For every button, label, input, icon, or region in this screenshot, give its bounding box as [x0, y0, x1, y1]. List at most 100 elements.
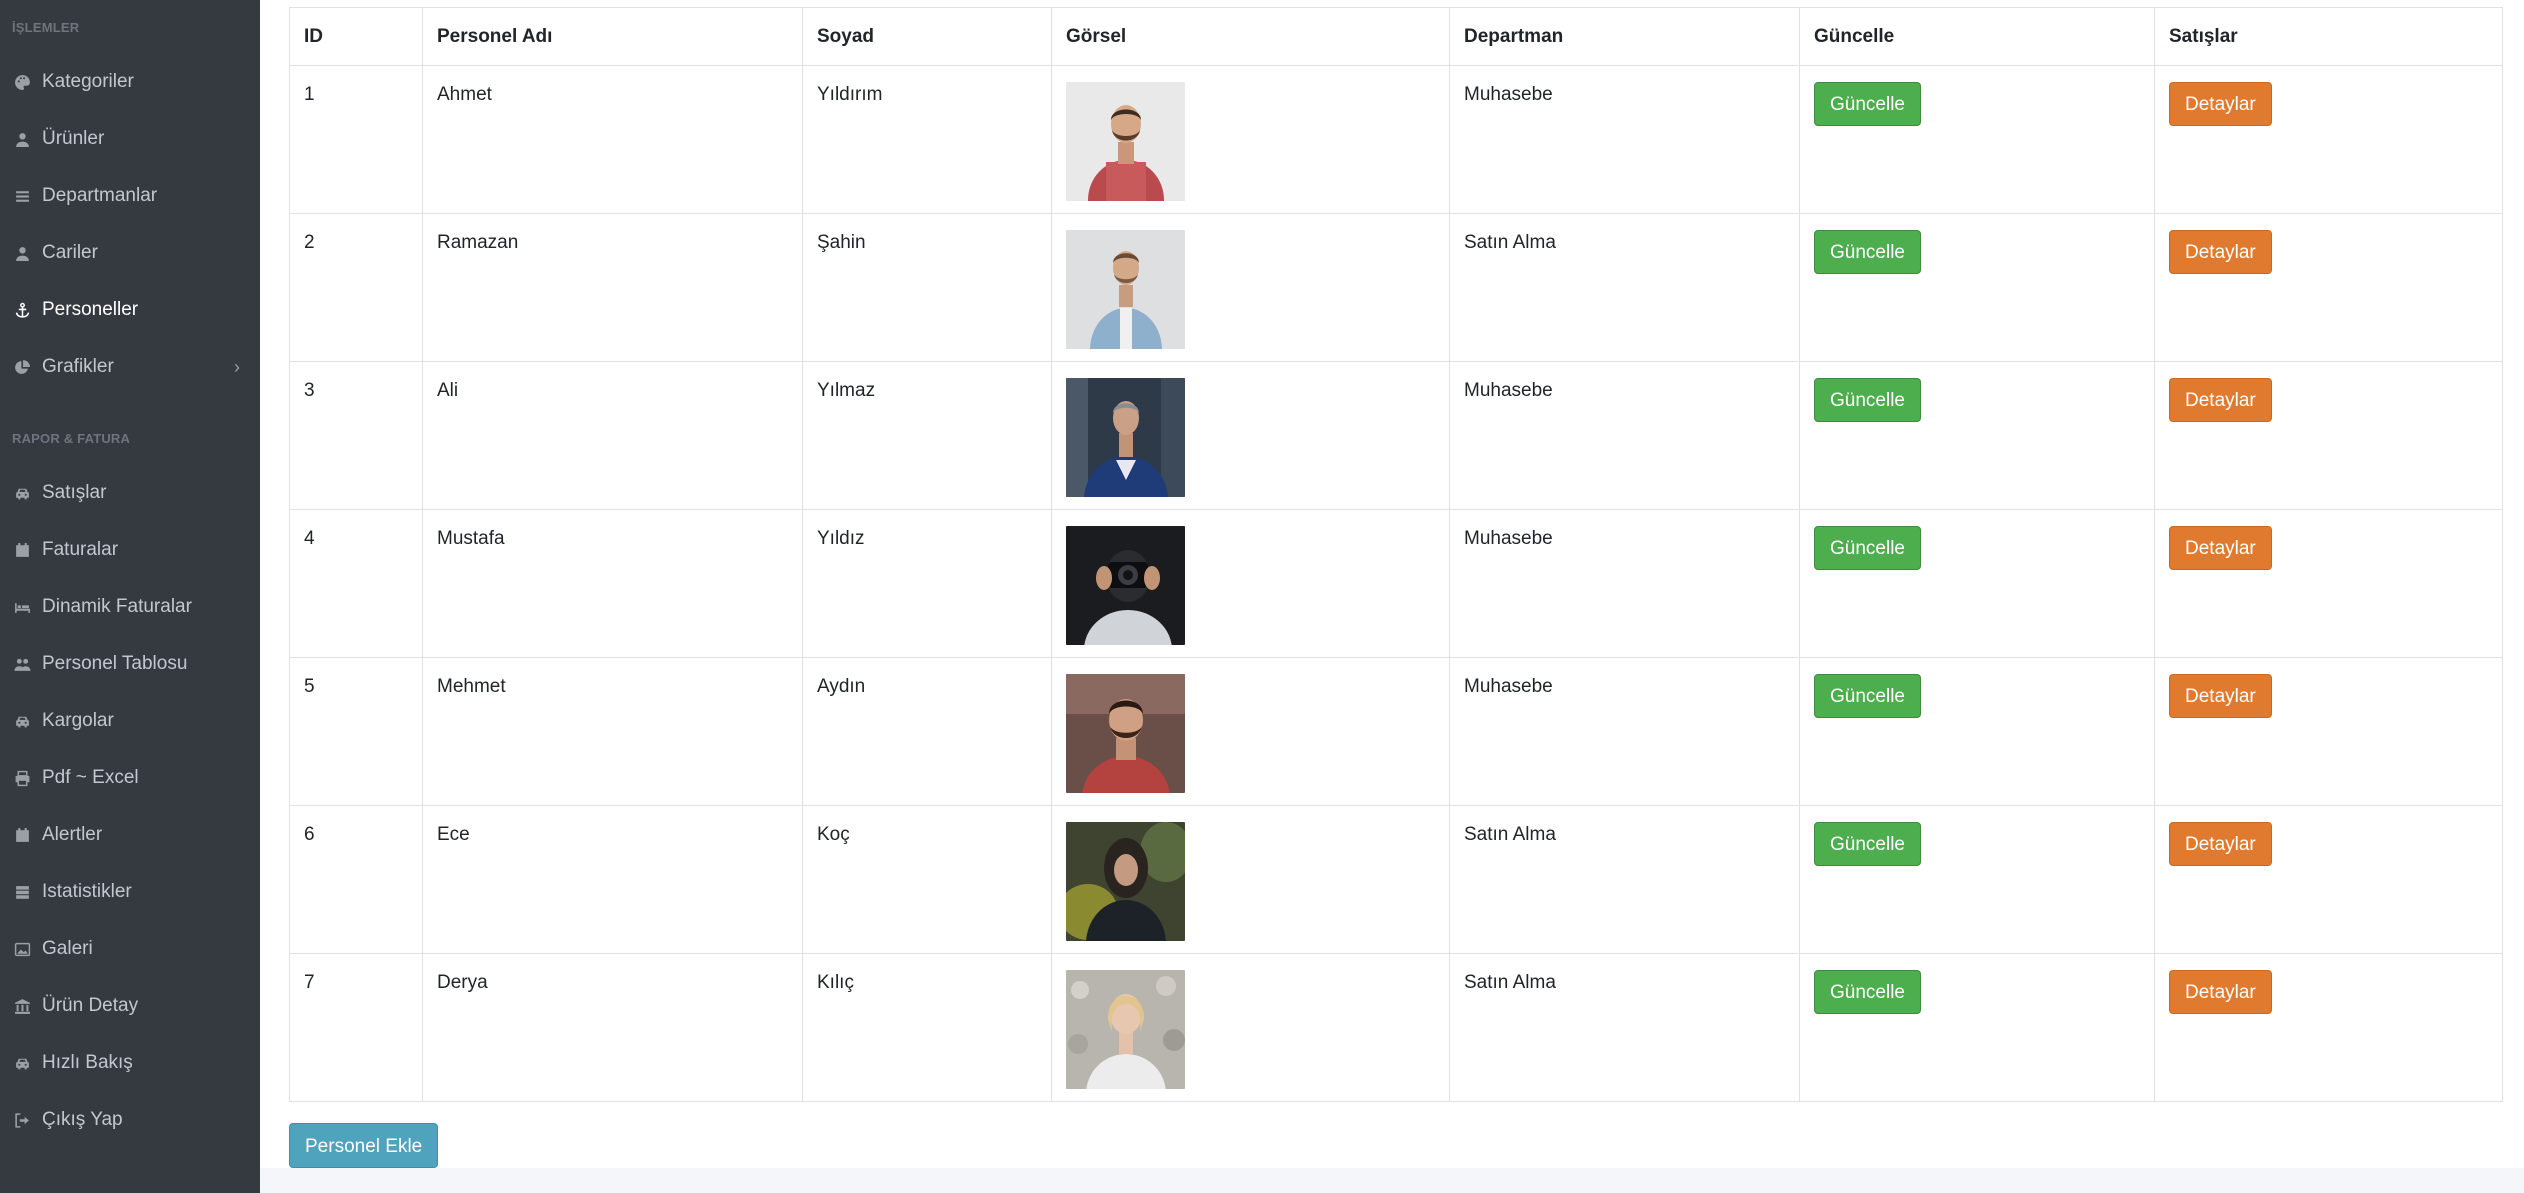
print-icon: [12, 768, 32, 788]
cell-surname: Şahin: [802, 213, 1052, 362]
cell-surname: Koç: [802, 805, 1052, 954]
column-header-sales: Satışlar: [2154, 7, 2503, 66]
server-icon: [12, 882, 32, 902]
cell-update: Güncelle: [1799, 509, 2155, 658]
table-row: 2 Ramazan Şahin Satın Alma Güncelle Deta…: [289, 213, 2503, 362]
personnel-table: ID Personel Adı Soyad Görsel Departman G…: [289, 7, 2503, 1102]
column-header-id: ID: [289, 7, 423, 66]
cell-update: Güncelle: [1799, 361, 2155, 510]
sidebar-item-kategoriler[interactable]: Kategoriler: [0, 58, 260, 106]
sidebar-item-faturalar[interactable]: Faturalar: [0, 526, 260, 574]
sidebar-item-personeller[interactable]: Personeller: [0, 286, 260, 334]
column-header-update: Güncelle: [1799, 7, 2155, 66]
details-button[interactable]: Detaylar: [2169, 230, 2272, 274]
cell-surname: Aydın: [802, 657, 1052, 806]
cell-id: 7: [289, 953, 423, 1102]
cell-id: 1: [289, 65, 423, 214]
cell-department: Satın Alma: [1449, 953, 1800, 1102]
update-button[interactable]: Güncelle: [1814, 82, 1921, 126]
sidebar-item-urun-detay[interactable]: Ürün Detay: [0, 982, 260, 1030]
people-icon: [12, 654, 32, 674]
update-button[interactable]: Güncelle: [1814, 378, 1921, 422]
cell-image: [1051, 657, 1450, 806]
list-icon: [12, 186, 32, 206]
cell-id: 5: [289, 657, 423, 806]
cell-id: 4: [289, 509, 423, 658]
cell-name: Ece: [422, 805, 803, 954]
user-icon: [12, 129, 32, 149]
update-button[interactable]: Güncelle: [1814, 230, 1921, 274]
content-footer-strip: [260, 1168, 2524, 1193]
cell-sales: Detaylar: [2154, 213, 2503, 362]
cell-sales: Detaylar: [2154, 361, 2503, 510]
sidebar-item-cikis-yap[interactable]: Çıkış Yap: [0, 1096, 260, 1144]
cell-department: Muhasebe: [1449, 657, 1800, 806]
column-header-surname: Soyad: [802, 7, 1052, 66]
sidebar-item-pdf-excel[interactable]: Pdf ~ Excel: [0, 754, 260, 802]
sidebar-item-hizli-bakis[interactable]: Hızlı Bakış: [0, 1039, 260, 1087]
cell-department: Muhasebe: [1449, 361, 1800, 510]
details-button[interactable]: Detaylar: [2169, 378, 2272, 422]
table-row: 4 Mustafa Yıldız Muhasebe Güncelle Detay…: [289, 509, 2503, 658]
personnel-photo: [1066, 822, 1185, 941]
sidebar-item-satislar[interactable]: Satışlar: [0, 469, 260, 517]
cell-name: Ahmet: [422, 65, 803, 214]
sign-out-icon: [12, 1110, 32, 1130]
sidebar-item-galeri[interactable]: Galeri: [0, 925, 260, 973]
cell-id: 3: [289, 361, 423, 510]
update-button[interactable]: Güncelle: [1814, 526, 1921, 570]
image-icon: [12, 939, 32, 959]
cell-name: Mustafa: [422, 509, 803, 658]
update-button[interactable]: Güncelle: [1814, 822, 1921, 866]
sidebar-item-label: Kategoriler: [42, 71, 134, 92]
details-button[interactable]: Detaylar: [2169, 526, 2272, 570]
cell-surname: Yıldırım: [802, 65, 1052, 214]
details-button[interactable]: Detaylar: [2169, 970, 2272, 1014]
sidebar-item-istatistikler[interactable]: Istatistikler: [0, 868, 260, 916]
cell-image: [1051, 953, 1450, 1102]
table-row: 6 Ece Koç Satın Alma Güncelle Detaylar: [289, 805, 2503, 954]
cell-image: [1051, 509, 1450, 658]
sidebar-item-label: Pdf ~ Excel: [42, 767, 139, 788]
palette-icon: [12, 72, 32, 92]
cell-name: Ali: [422, 361, 803, 510]
column-header-image: Görsel: [1051, 7, 1450, 66]
cell-department: Satın Alma: [1449, 213, 1800, 362]
table-row: 7 Derya Kılıç Satın Alma Güncelle Detayl…: [289, 953, 2503, 1102]
update-button[interactable]: Güncelle: [1814, 970, 1921, 1014]
cell-department: Muhasebe: [1449, 509, 1800, 658]
details-button[interactable]: Detaylar: [2169, 82, 2272, 126]
personnel-photo: [1066, 230, 1185, 349]
sidebar-item-label: Alertler: [42, 824, 103, 845]
pie-chart-icon: [12, 357, 32, 377]
chevron-right-icon: ›: [234, 357, 240, 377]
cell-sales: Detaylar: [2154, 953, 2503, 1102]
details-button[interactable]: Detaylar: [2169, 822, 2272, 866]
sidebar-item-label: Ürün Detay: [42, 995, 139, 1016]
sidebar-item-dinamik-faturalar[interactable]: Dinamik Faturalar: [0, 583, 260, 631]
cell-id: 6: [289, 805, 423, 954]
cell-surname: Kılıç: [802, 953, 1052, 1102]
sidebar-item-departmanlar[interactable]: Departmanlar: [0, 172, 260, 220]
cell-sales: Detaylar: [2154, 509, 2503, 658]
add-personnel-button[interactable]: Personel Ekle: [289, 1123, 439, 1168]
car-icon: [12, 711, 32, 731]
sidebar-item-cariler[interactable]: Cariler: [0, 229, 260, 277]
sidebar-item-alertler[interactable]: Alertler: [0, 811, 260, 859]
personnel-photo: [1066, 82, 1185, 201]
table-row: 5 Mehmet Aydın Muhasebe Güncelle Detayla…: [289, 657, 2503, 806]
sidebar-item-grafikler[interactable]: Grafikler ›: [0, 343, 260, 391]
personnel-photo: [1066, 378, 1185, 497]
sidebar-item-label: Faturalar: [42, 539, 119, 560]
update-button[interactable]: Güncelle: [1814, 674, 1921, 718]
details-button[interactable]: Detaylar: [2169, 674, 2272, 718]
sidebar-item-kargolar[interactable]: Kargolar: [0, 697, 260, 745]
sidebar-item-label: Ürünler: [42, 128, 105, 149]
sidebar-item-label: Grafikler: [42, 356, 114, 377]
cell-update: Güncelle: [1799, 953, 2155, 1102]
sidebar-item-urunler[interactable]: Ürünler: [0, 115, 260, 163]
car-icon: [12, 483, 32, 503]
sidebar-item-personel-tablosu[interactable]: Personel Tablosu: [0, 640, 260, 688]
sidebar-section-rapor: RAPOR & FATURA: [12, 431, 131, 446]
user-icon: [12, 243, 32, 263]
